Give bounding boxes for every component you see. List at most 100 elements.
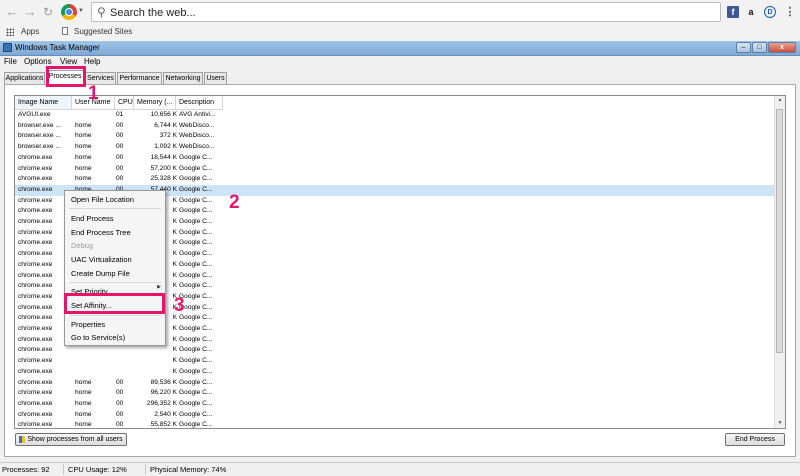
- cell-description: AVG Antivi...: [179, 111, 216, 118]
- table-row[interactable]: chrome.exe home 00 25,328 K Google C...: [15, 174, 775, 185]
- step-2-label: 2: [229, 192, 240, 213]
- status-processes: Processes: 92: [2, 465, 50, 474]
- cell-user-name: home: [75, 421, 92, 429]
- column-memory[interactable]: Memory (...: [134, 96, 176, 110]
- table-row[interactable]: chrome.exe home 00 57,200 K Google C...: [15, 164, 775, 175]
- cell-image-name: chrome.exe: [18, 410, 53, 418]
- cell-memory: 372 K: [159, 132, 177, 140]
- cell-memory: 296,352 K: [146, 399, 177, 407]
- table-row[interactable]: chrome.exe home 00 55,852 K Google C...: [15, 420, 775, 429]
- menu-item-uac-virtualization[interactable]: UAC Virtualization: [71, 255, 132, 264]
- tab-networking[interactable]: Networking: [163, 72, 203, 84]
- table-row[interactable]: chrome.exe K Google C...: [15, 356, 775, 367]
- menu-item-open-file-location[interactable]: Open File Location: [71, 195, 134, 204]
- cell-user-name: home: [75, 378, 92, 386]
- scroll-up-icon[interactable]: ▲: [775, 96, 785, 105]
- tab-performance[interactable]: Performance: [117, 72, 162, 84]
- cell-user-name: home: [75, 164, 92, 172]
- end-process-button[interactable]: End Process: [725, 433, 785, 446]
- cell-image-name: chrome.exe: [18, 399, 53, 407]
- close-button[interactable]: x: [768, 42, 796, 53]
- cell-memory: K: [172, 346, 177, 354]
- omnibox[interactable]: ⚲: [91, 2, 721, 22]
- cell-memory: 6,744 K: [154, 121, 177, 129]
- menu-file[interactable]: File: [4, 57, 17, 66]
- table-row[interactable]: chrome.exe home 00 89,536 K Google C...: [15, 378, 775, 389]
- cell-image-name: chrome.exe: [18, 175, 53, 183]
- menu-item-create-dump-file[interactable]: Create Dump File: [71, 269, 130, 278]
- column-image-name[interactable]: Image Name: [15, 96, 72, 110]
- show-all-processes-button[interactable]: Show processes from all users: [15, 433, 127, 446]
- table-row[interactable]: browser.exe ... home 00 372 K WebDisco...: [15, 131, 775, 142]
- table-row[interactable]: chrome.exe K Google C...: [15, 367, 775, 378]
- highlight-set-affinity: [64, 293, 165, 314]
- cell-image-name: chrome.exe: [18, 164, 53, 172]
- column-description[interactable]: Description: [176, 96, 223, 110]
- extension-icon[interactable]: D: [764, 6, 776, 18]
- cell-image-name: chrome.exe: [18, 367, 53, 375]
- back-icon[interactable]: ←: [4, 4, 20, 20]
- cell-cpu: 00: [116, 378, 124, 386]
- table-row[interactable]: chrome.exe home 00 296,352 K Google C...: [15, 399, 775, 410]
- scroll-down-icon[interactable]: ▼: [775, 419, 785, 428]
- menu-item-properties[interactable]: Properties: [71, 320, 105, 329]
- table-row[interactable]: chrome.exe home 00 2,540 K Google C...: [15, 410, 775, 421]
- forward-icon[interactable]: →: [22, 4, 38, 20]
- cell-description: Google C...: [179, 250, 213, 258]
- status-divider: [145, 464, 146, 475]
- bookmark-suggested-sites[interactable]: Suggested Sites: [74, 27, 132, 36]
- apps-grid-icon[interactable]: [6, 28, 14, 36]
- column-cpu[interactable]: CPU: [115, 96, 134, 110]
- cell-memory: 1,092 K: [154, 143, 177, 151]
- cell-description: Google C...: [179, 357, 213, 365]
- cell-image-name: AVGUI.exe: [18, 111, 51, 118]
- cell-description: Google C...: [179, 367, 213, 375]
- cell-cpu: 00: [116, 410, 124, 418]
- tab-applications[interactable]: Applications: [4, 72, 45, 84]
- vertical-scrollbar[interactable]: ▲ ▼: [774, 96, 785, 428]
- table-row[interactable]: AVGUI.exe 01 10,656 K AVG Antivi...: [15, 110, 775, 121]
- cell-user-name: home: [75, 143, 92, 151]
- cell-memory: 96,220 K: [150, 389, 177, 397]
- cell-memory: 89,536 K: [150, 378, 177, 386]
- cell-description: WebDisco...: [179, 143, 215, 151]
- cell-cpu: 00: [116, 121, 124, 129]
- chrome-logo-icon[interactable]: [61, 4, 77, 20]
- facebook-icon[interactable]: f: [727, 6, 739, 18]
- table-row[interactable]: chrome.exe K Google C...: [15, 345, 775, 356]
- cell-image-name: chrome.exe: [18, 421, 53, 429]
- cell-user-name: home: [75, 132, 92, 140]
- cell-description: Google C...: [179, 389, 213, 397]
- bookmark-apps[interactable]: Apps: [21, 27, 39, 36]
- menu-item-end-process[interactable]: End Process: [71, 214, 114, 223]
- menu-icon[interactable]: ⋮: [784, 6, 796, 18]
- menu-separator: [69, 282, 161, 283]
- minimize-button[interactable]: –: [736, 42, 751, 53]
- reload-icon[interactable]: ↻: [40, 4, 56, 20]
- cell-memory: K: [172, 357, 177, 365]
- cell-image-name: chrome.exe: [18, 357, 53, 365]
- cell-user-name: home: [75, 153, 92, 161]
- cell-description: Google C...: [179, 421, 213, 429]
- menu-item-end-process-tree[interactable]: End Process Tree: [71, 228, 131, 237]
- table-row[interactable]: chrome.exe home 00 18,544 K Google C...: [15, 153, 775, 164]
- tab-users[interactable]: Users: [204, 72, 227, 84]
- amazon-icon[interactable]: a: [745, 6, 757, 18]
- chevron-down-icon[interactable]: ▼: [78, 8, 84, 14]
- maximize-button[interactable]: □: [752, 42, 767, 53]
- search-input[interactable]: [108, 4, 712, 22]
- cell-memory: 18,544 K: [150, 153, 177, 161]
- cell-description: Google C...: [179, 325, 213, 332]
- table-row[interactable]: browser.exe ... home 00 6,744 K WebDisco...: [15, 121, 775, 132]
- menu-view[interactable]: View: [60, 57, 77, 66]
- cell-image-name: browser.exe ...: [18, 143, 61, 151]
- table-row[interactable]: browser.exe ... home 00 1,092 K WebDisco...: [15, 142, 775, 153]
- menu-options[interactable]: Options: [24, 57, 52, 66]
- scrollbar-thumb[interactable]: [776, 109, 783, 353]
- cell-memory: 2,540 K: [154, 410, 177, 418]
- table-row[interactable]: chrome.exe home 00 96,220 K Google C...: [15, 388, 775, 399]
- cell-description: Google C...: [179, 335, 213, 343]
- menu-item-go-to-services[interactable]: Go to Service(s): [71, 333, 125, 342]
- cell-description: Google C...: [179, 303, 213, 311]
- menu-help[interactable]: Help: [84, 57, 100, 66]
